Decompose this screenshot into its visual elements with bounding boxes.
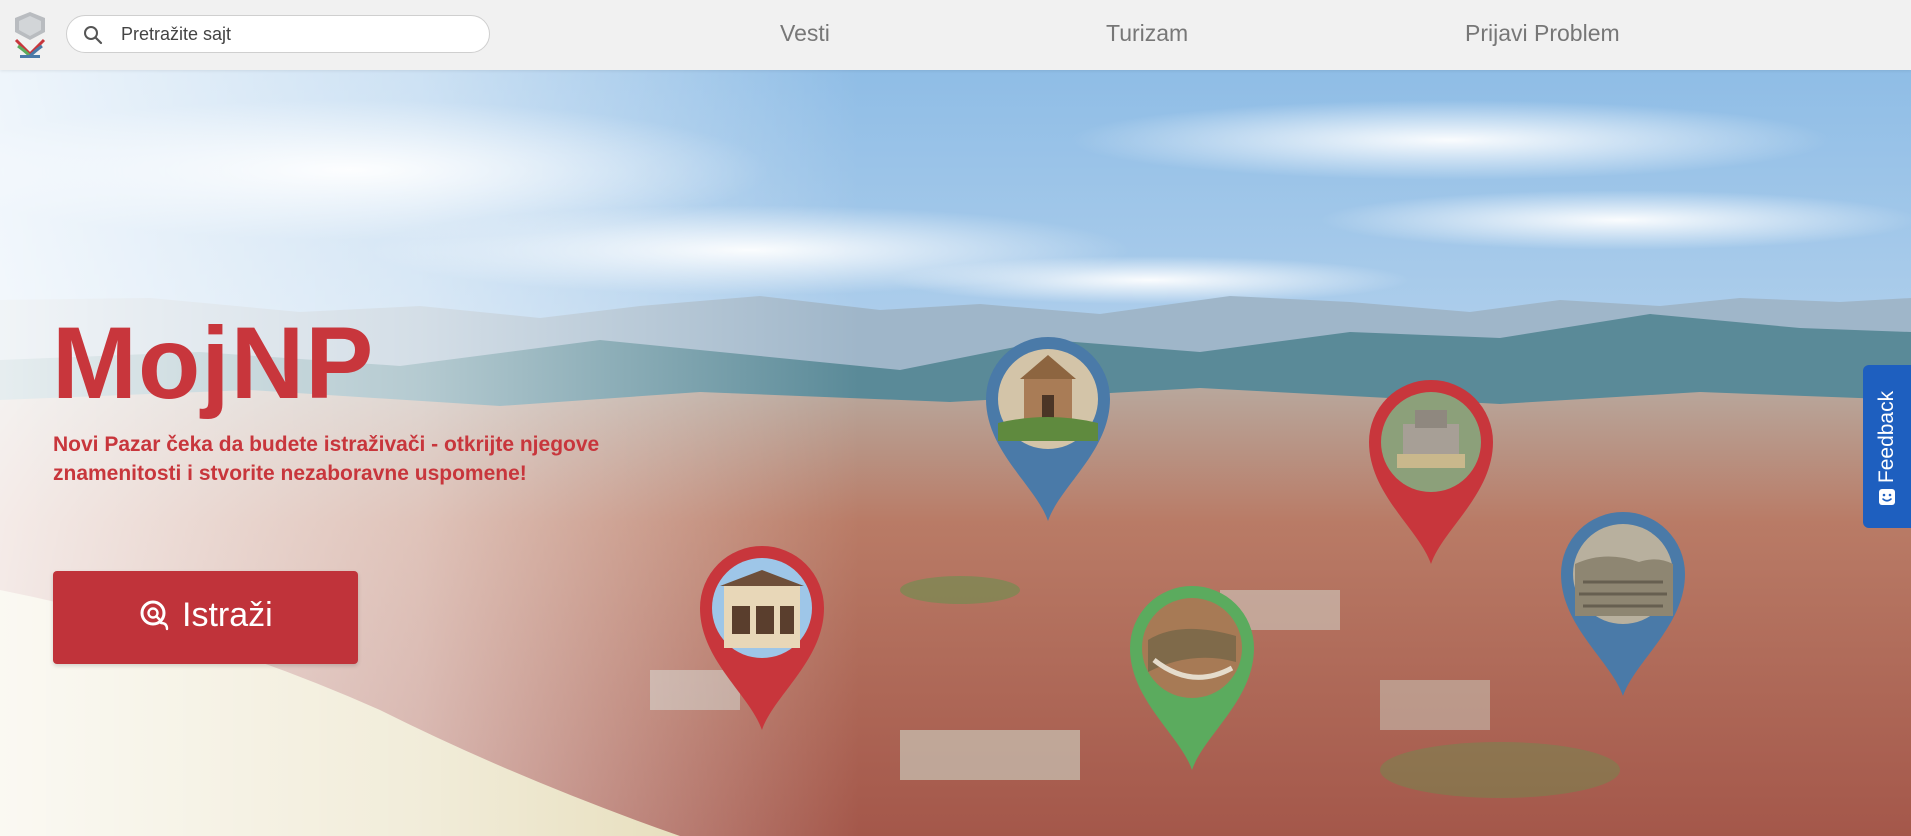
site-search[interactable] <box>66 15 490 53</box>
hero-section: MojNP Novi Pazar čeka da budete istraživ… <box>0 70 1911 836</box>
map-pin-church[interactable] <box>980 331 1116 523</box>
search-icon <box>84 26 103 45</box>
explore-button[interactable]: Istraži <box>53 571 358 664</box>
hero-subtitle: Novi Pazar čeka da budete istraživači - … <box>53 433 600 485</box>
feedback-label: Feedback <box>1875 390 1898 484</box>
map-pin-canyon[interactable] <box>1124 580 1260 772</box>
explore-button-label: Istraži <box>182 596 273 634</box>
map-pin-fortress[interactable] <box>1363 374 1499 566</box>
nav-link-vesti[interactable]: Vesti <box>780 20 830 47</box>
site-header: Vesti Turizam Prijavi Problem <box>0 0 1911 70</box>
search-input[interactable] <box>121 16 481 52</box>
map-pin-vintage-photo[interactable] <box>1555 506 1691 698</box>
nav-link-prijavi-problem[interactable]: Prijavi Problem <box>1465 20 1620 47</box>
nav-link-turizam[interactable]: Turizam <box>1106 20 1188 47</box>
municipality-crest-icon[interactable] <box>10 10 50 60</box>
explore-search-icon <box>140 600 169 631</box>
smile-icon <box>1879 489 1895 505</box>
map-pin-old-house[interactable] <box>694 540 830 732</box>
feedback-tab[interactable]: Feedback <box>1863 365 1911 528</box>
hero-title: MojNP <box>52 306 375 420</box>
